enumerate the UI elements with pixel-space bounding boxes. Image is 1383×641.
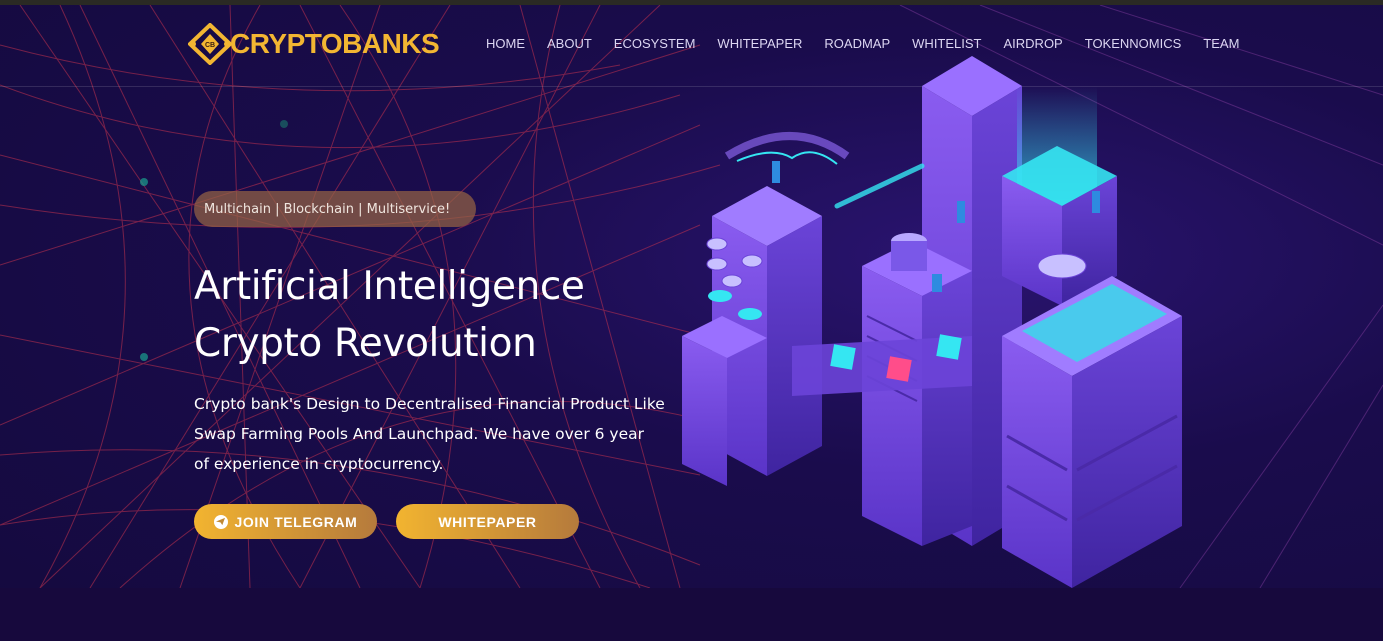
bottom-band <box>0 588 1383 641</box>
hero-tagline-badge: Multichain | Blockchain | Multiservice! <box>194 191 476 227</box>
nav-team[interactable]: TEAM <box>1203 36 1239 51</box>
desc-line-2: Swap Farming Pools And Launchpad. We hav… <box>194 425 644 443</box>
isometric-datacenter-illustration <box>682 56 1182 588</box>
logo-mark-letters: CB <box>205 42 215 49</box>
nav-home[interactable]: HOME <box>486 36 525 51</box>
join-telegram-button[interactable]: JOIN TELEGRAM <box>194 504 377 539</box>
brand-logo[interactable]: CB CRYPTOBANKS <box>188 23 440 65</box>
join-telegram-label: JOIN TELEGRAM <box>234 513 358 530</box>
desc-line-1: Crypto bank's Design to Decentralised Fi… <box>194 395 665 413</box>
decorative-dot <box>140 178 148 186</box>
nav-about[interactable]: ABOUT <box>547 36 592 51</box>
headline-line-1: Artificial Intelligence <box>194 264 585 309</box>
decorative-dot <box>140 353 148 361</box>
hero-tagline: Multichain | Blockchain | Multiservice! <box>204 201 451 217</box>
decorative-dot <box>280 120 288 128</box>
hero-description: Crypto bank's Design to Decentralised Fi… <box>194 389 714 479</box>
telegram-icon <box>213 514 228 529</box>
cryptobanks-logo-icon: CB <box>188 23 232 65</box>
hero-headline: Artificial Intelligence Crypto Revolutio… <box>194 258 585 372</box>
whitepaper-button[interactable]: WHITEPAPER <box>396 504 579 539</box>
whitepaper-label: WHITEPAPER <box>438 513 537 530</box>
desc-line-3: of experience in cryptocurrency. <box>194 455 444 473</box>
headline-line-2: Crypto Revolution <box>194 321 537 366</box>
brand-name: CRYPTOBANKS <box>230 28 440 59</box>
landing-page: CB CRYPTOBANKS HOME ABOUT ECOSYSTEM WHIT… <box>0 0 1383 641</box>
